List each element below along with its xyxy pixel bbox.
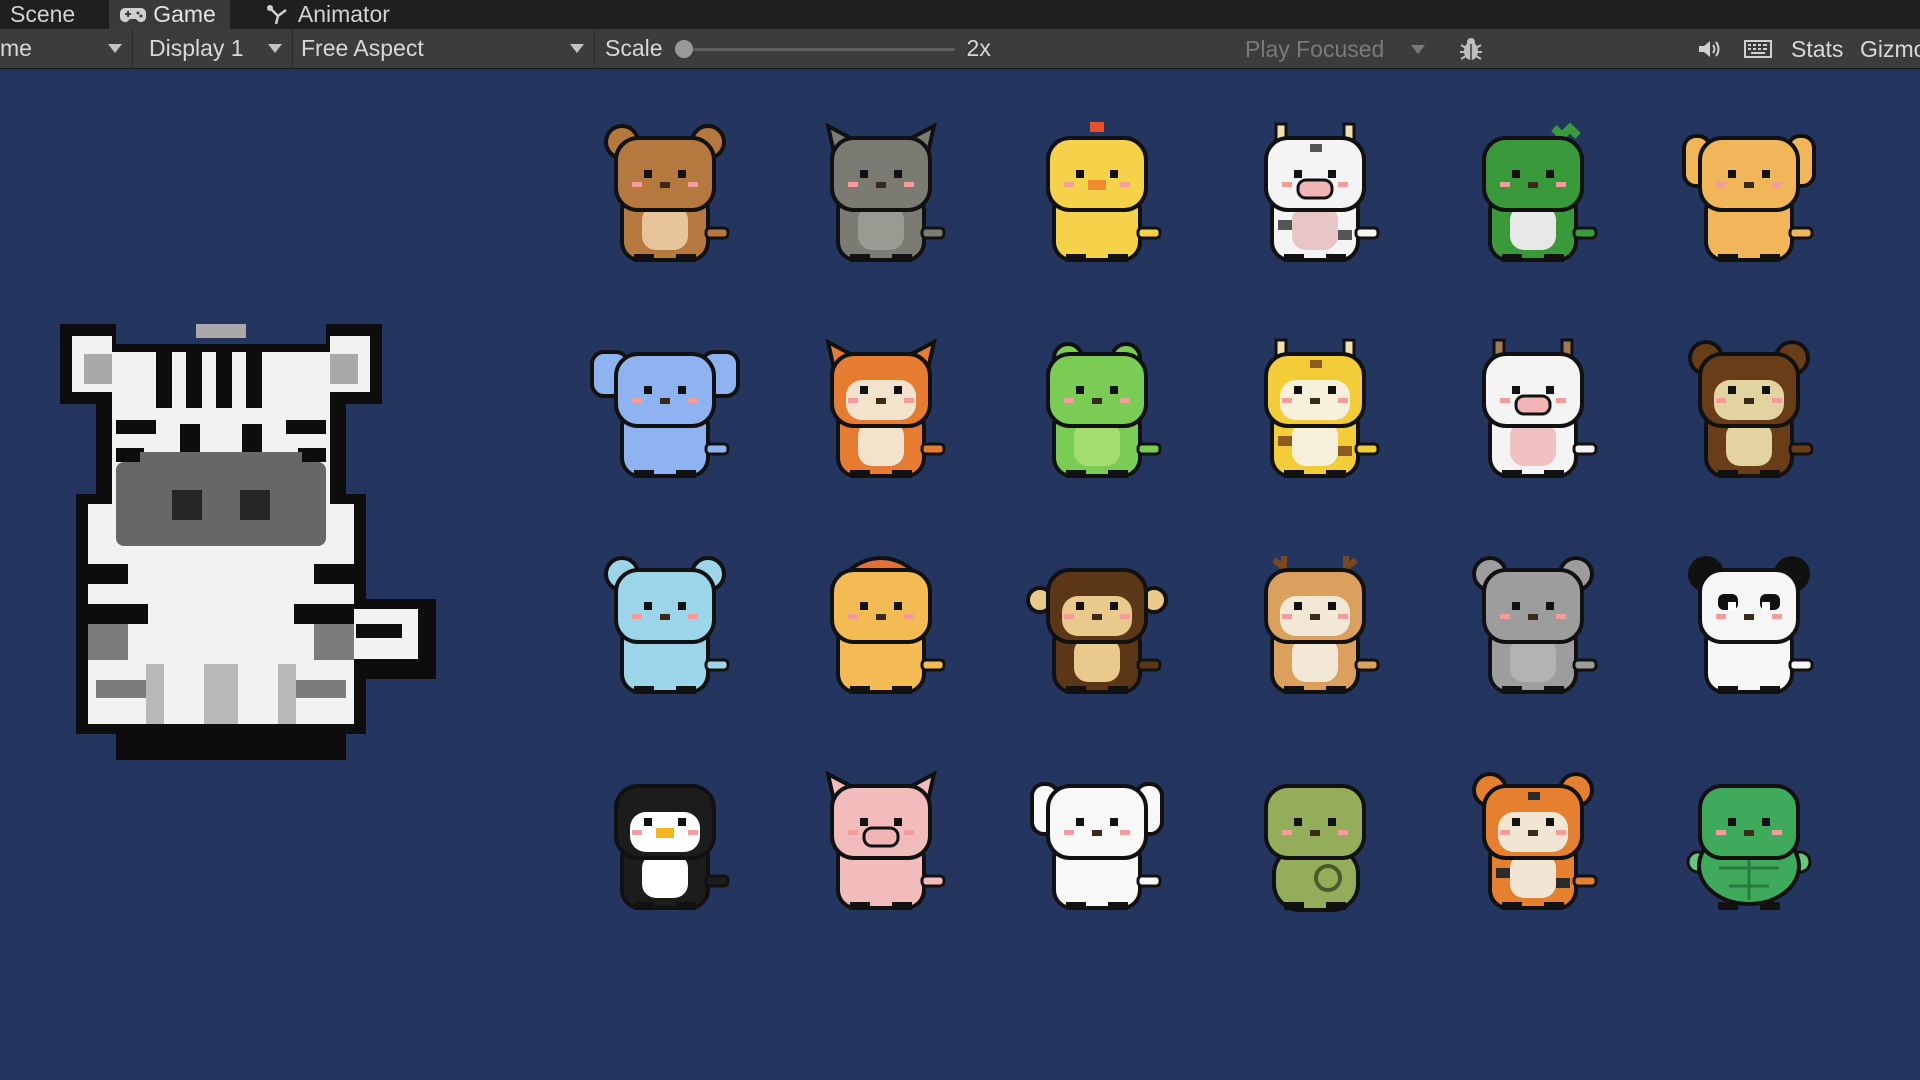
- cow-sprite-graphic: [1264, 122, 1380, 262]
- elephant-sprite: [590, 336, 740, 491]
- game-view-toolbar: me Display 1 Free Aspect Scale 2x Play F…: [0, 28, 1920, 69]
- dog-sprite: [1674, 120, 1824, 275]
- game-view-dropdown-label: me: [0, 35, 32, 61]
- play-mode-label: Play Focused: [1245, 35, 1385, 62]
- tab-animator[interactable]: Animator: [254, 0, 404, 29]
- frog-sprite-graphic: [1046, 342, 1162, 478]
- zebra-sprite: [56, 324, 446, 789]
- chick-sprite: [1022, 120, 1172, 275]
- scale-slider-track: [674, 47, 955, 51]
- editor-tab-bar: Scene Game Animator: [0, 0, 1920, 29]
- bug-icon[interactable]: [1453, 29, 1489, 69]
- tiger-sprite: [1458, 768, 1608, 923]
- elephant-sprite-graphic: [590, 350, 740, 478]
- game-view: [0, 70, 1920, 1080]
- chick-sprite-graphic: [1046, 122, 1162, 262]
- display-dropdown-label: Display 1: [149, 35, 244, 61]
- scale-slider[interactable]: [674, 39, 955, 59]
- penguin-sprite: [590, 768, 740, 923]
- chevron-down-icon: [268, 43, 282, 53]
- scale-value: 2x: [966, 35, 991, 61]
- gamepad-icon: [119, 5, 147, 25]
- rabbit-sprite: [1022, 768, 1172, 923]
- bear-sprite-graphic: [604, 124, 730, 262]
- turtle-sprite-graphic: [1686, 784, 1812, 910]
- aspect-dropdown-label: Free Aspect: [301, 35, 424, 61]
- monkey-sprite: [1022, 552, 1172, 707]
- fox-sprite: [806, 336, 956, 491]
- keyboard-icon[interactable]: [1740, 29, 1776, 69]
- cow-sprite: [1240, 120, 1390, 275]
- bear-sprite: [590, 120, 740, 275]
- lion-sprite-graphic: [830, 556, 946, 694]
- scale-label: Scale: [605, 35, 663, 61]
- scale-control: Scale 2x: [595, 29, 1225, 69]
- dog-sprite-graphic: [1682, 134, 1816, 262]
- snake-sprite: [1240, 768, 1390, 923]
- monkey-sprite-graphic: [1026, 568, 1168, 694]
- snake-sprite-graphic: [1264, 784, 1366, 912]
- speaker-icon[interactable]: [1692, 29, 1726, 69]
- crocodile-sprite-graphic: [1482, 122, 1598, 262]
- chevron-down-icon: [1411, 45, 1425, 54]
- gorilla-sprite: [1674, 336, 1824, 491]
- play-mode-dropdown[interactable]: Play Focused: [1233, 29, 1443, 69]
- display-dropdown[interactable]: Display 1: [133, 28, 293, 69]
- giraffe-sprite: [1240, 336, 1390, 491]
- tab-scene[interactable]: Scene: [0, 0, 89, 29]
- tab-animator-label: Animator: [297, 1, 390, 27]
- tab-game[interactable]: Game: [109, 0, 230, 29]
- rabbit-sprite-graphic: [1030, 782, 1164, 910]
- giraffe-sprite-graphic: [1264, 338, 1380, 478]
- lion-sprite: [806, 552, 956, 707]
- tab-game-label: Game: [153, 1, 216, 27]
- mouse-sprite: [1458, 552, 1608, 707]
- sheep-sprite: [1458, 336, 1608, 491]
- aspect-dropdown[interactable]: Free Aspect: [293, 28, 595, 69]
- deer-sprite-graphic: [1264, 556, 1380, 694]
- turtle-sprite: [1674, 768, 1824, 923]
- animator-icon: [264, 4, 292, 25]
- gizmos-dropdown[interactable]: Gizmos: [1860, 29, 1920, 69]
- scale-slider-handle[interactable]: [674, 39, 693, 58]
- panda-sprite: [1674, 552, 1824, 707]
- chevron-down-icon: [570, 43, 584, 53]
- game-view-dropdown[interactable]: me: [0, 28, 133, 69]
- tab-scene-label: Scene: [10, 1, 76, 27]
- crocodile-sprite: [1458, 120, 1608, 275]
- chevron-down-icon: [108, 43, 122, 53]
- hippo-sprite-graphic: [604, 556, 730, 694]
- sheep-sprite-graphic: [1482, 338, 1598, 478]
- fox-sprite-graphic: [825, 338, 946, 478]
- pig-sprite: [806, 768, 956, 923]
- cat-sprite: [806, 120, 956, 275]
- deer-sprite: [1240, 552, 1390, 707]
- stats-button[interactable]: Stats: [1791, 29, 1843, 69]
- penguin-sprite-graphic: [614, 784, 730, 910]
- pig-sprite-graphic: [825, 770, 946, 910]
- hippo-sprite: [590, 552, 740, 707]
- cat-sprite-graphic: [825, 122, 946, 262]
- gorilla-sprite-graphic: [1688, 340, 1814, 478]
- tiger-sprite-graphic: [1472, 772, 1598, 910]
- frog-sprite: [1022, 336, 1172, 491]
- panda-sprite-graphic: [1688, 556, 1814, 694]
- mouse-sprite-graphic: [1472, 556, 1598, 694]
